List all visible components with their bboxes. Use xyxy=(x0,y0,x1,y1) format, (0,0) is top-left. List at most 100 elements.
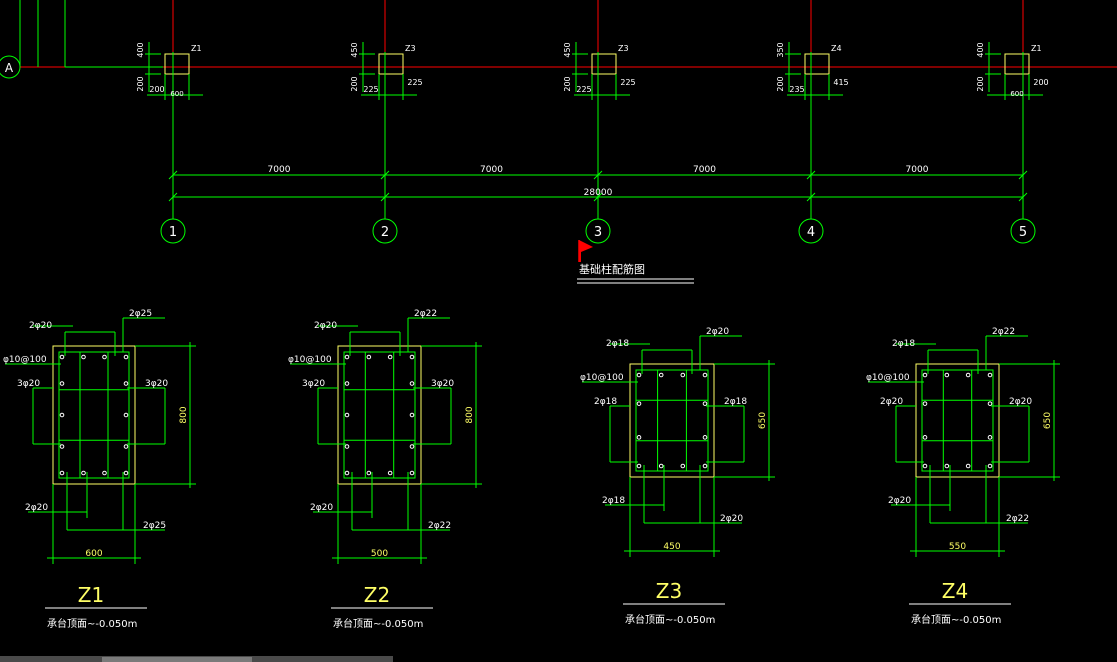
rebar-dot xyxy=(123,412,129,418)
section-name: Z4 xyxy=(942,579,968,603)
top-bar-label: 2φ18 xyxy=(606,339,629,349)
plan-dim-right: 200 xyxy=(1033,78,1048,87)
plan-column: Z1 400 200 600 200 xyxy=(976,42,1049,218)
section-caption: 承台顶面~-0.050m xyxy=(911,613,1001,626)
plan-dim-left: 235 xyxy=(789,85,804,94)
section-height-dim: 800 xyxy=(179,406,189,423)
rebar-dot xyxy=(636,463,642,469)
section-z2: 2φ20 2φ22 φ10@100 3φ20 3φ20 2φ20 2φ22 500 800 Z2 承… xyxy=(288,309,482,630)
section-outline xyxy=(337,345,422,485)
rebar-dot xyxy=(102,470,107,476)
bottom-left-label: 2φ20 xyxy=(25,503,48,513)
plan-column-outline xyxy=(1004,53,1030,75)
rebar-dot xyxy=(987,401,993,406)
rebar-dot xyxy=(81,470,86,476)
axis-bubble-label: 1 xyxy=(169,225,177,240)
corner-bar-label: 2φ22 xyxy=(992,327,1015,337)
section-outline xyxy=(915,363,1000,478)
plan-dim-width: 600 xyxy=(170,90,183,98)
axis-bubble-label: 5 xyxy=(1019,225,1027,240)
rebar-dot xyxy=(409,470,415,476)
plan-column-outline xyxy=(804,53,830,75)
section-caption: 承台顶面~-0.050m xyxy=(333,617,423,630)
rebar-dot xyxy=(702,372,708,378)
span-dim-text: 7000 xyxy=(480,165,503,175)
plan-dim-right: 415 xyxy=(833,78,848,87)
rebar-dot xyxy=(636,401,642,406)
rebar-dot xyxy=(123,354,129,360)
rebar-dot xyxy=(409,444,415,449)
section-height-dim: 650 xyxy=(1043,412,1053,429)
stirrup-label: φ10@100 xyxy=(580,373,624,383)
plan-dim-top: 450 xyxy=(563,42,572,57)
bottom-left-label: 2φ18 xyxy=(602,496,625,506)
plan-column: Z3 450 200 225 225 xyxy=(350,42,423,218)
rebar-dot xyxy=(944,372,950,378)
axis-label-a: A xyxy=(5,61,14,75)
span-dim-text: 7000 xyxy=(906,165,929,175)
rebar-dot xyxy=(636,435,642,440)
plan-column-tag: Z3 xyxy=(405,44,416,53)
rebar-dot xyxy=(123,444,129,449)
side-right-label: 3φ20 xyxy=(145,379,168,389)
span-dim-text: 7000 xyxy=(693,165,716,175)
section-width-dim: 500 xyxy=(371,549,388,559)
section-height-dim: 650 xyxy=(758,412,768,429)
plan-dim-top: 450 xyxy=(350,42,359,57)
top-bar-label: 2φ20 xyxy=(29,321,52,331)
section-width-dim: 450 xyxy=(663,542,680,552)
rebar-dot xyxy=(987,463,993,469)
side-right-label: 3φ20 xyxy=(431,379,454,389)
plan-dim-width: 600 xyxy=(1010,90,1023,98)
rebar-dot xyxy=(922,372,928,378)
section-outline xyxy=(629,363,715,478)
plan-dim-right: 225 xyxy=(407,78,422,87)
plan-column-outline xyxy=(378,53,404,75)
section-width-dim: 550 xyxy=(949,542,966,552)
rebar-dot xyxy=(344,444,350,449)
bottom-right-label: 2φ22 xyxy=(428,521,451,531)
cad-drawing-canvas[interactable]: A Z1 400 200 200 600 Z3 450 200 225 225 Z3 450 200 225… xyxy=(0,0,1117,662)
bottom-left-label: 2φ20 xyxy=(310,503,333,513)
bottom-right-label: 2φ20 xyxy=(720,514,743,524)
side-right-label: 2φ20 xyxy=(1009,397,1032,407)
plan-dim-top: 400 xyxy=(136,42,145,57)
rebar-dot xyxy=(680,463,686,469)
stirrup-outline xyxy=(921,369,994,472)
bottom-right-label: 2φ22 xyxy=(1006,514,1029,524)
rebar-dot xyxy=(81,354,86,360)
rebar-dot xyxy=(409,412,415,418)
plan-dim-top: 350 xyxy=(776,42,785,57)
section-width-dim: 600 xyxy=(85,549,102,559)
plan-dim-right: 225 xyxy=(620,78,635,87)
rebar-dot xyxy=(59,444,65,449)
rebar-dot xyxy=(59,354,65,360)
rebar-dot xyxy=(922,463,928,469)
rebar-dot xyxy=(344,354,350,360)
rebar-dot xyxy=(987,435,993,440)
rebar-dot xyxy=(387,354,393,360)
flag-icon xyxy=(579,240,593,262)
rebar-dot xyxy=(59,412,65,418)
rebar-dot xyxy=(702,401,708,406)
side-left-label: 3φ20 xyxy=(302,379,325,389)
column-sections: 2φ20 2φ25 φ10@100 3φ20 3φ20 2φ20 2φ25 600 800 Z1 承… xyxy=(3,309,1060,630)
drawing-title: 基础柱配筋图 xyxy=(579,262,645,276)
rebar-dot xyxy=(59,470,65,476)
plan-dim-bottom: 200 xyxy=(350,76,359,91)
rebar-dot xyxy=(658,372,664,378)
span-dim-text: 7000 xyxy=(268,165,291,175)
top-bar-label: 2φ18 xyxy=(892,339,915,349)
rebar-dot xyxy=(366,470,372,476)
total-dim-text: 28000 xyxy=(584,188,613,198)
rebar-dot xyxy=(944,463,950,469)
section-height-dim: 800 xyxy=(465,406,475,423)
rebar-dot xyxy=(409,381,415,386)
scrollbar-thumb[interactable] xyxy=(102,657,252,662)
stirrup-outline xyxy=(343,351,416,479)
section-caption: 承台顶面~-0.050m xyxy=(625,613,715,626)
plan-dim-top: 400 xyxy=(976,42,985,57)
side-left-label: 2φ20 xyxy=(880,397,903,407)
rebar-dot xyxy=(344,412,350,418)
rebar-dot xyxy=(123,381,129,386)
